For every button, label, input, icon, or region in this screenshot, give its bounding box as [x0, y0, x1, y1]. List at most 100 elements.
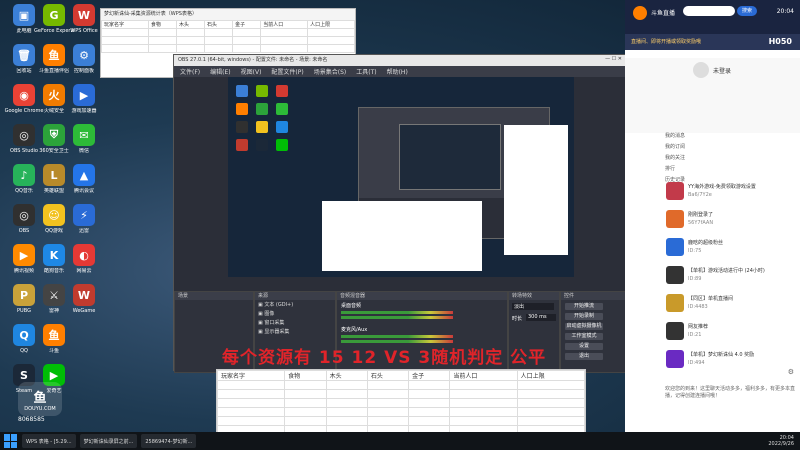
bottom-sheet[interactable]: 玩家名字 食物 木头 石头 金子 当前人口 人口上限 [216, 369, 586, 435]
menu-item[interactable]: 配置文件(P) [271, 67, 303, 76]
taskbar-date: 2022/9/26 [768, 441, 794, 447]
menu-item[interactable]: 视图(V) [241, 67, 262, 76]
column-header: 木头 [325, 370, 368, 381]
list-item[interactable]: 鹿晗的超级粉丝 ID:75 [662, 236, 800, 260]
source-item[interactable]: ▣ 显示器采集 [255, 327, 335, 336]
side-search-input[interactable] [683, 6, 735, 16]
menu-item[interactable]: 工具(T) [356, 67, 376, 76]
desktop-icon[interactable]: ▲ 腾讯会议 [64, 164, 104, 208]
desktop-icon[interactable]: ⚡ 迅雷 [64, 204, 104, 248]
taskbar-item[interactable]: 25869474-梦幻新... [141, 434, 197, 448]
desktop-icon-label: 控制面板 [73, 68, 94, 74]
wegame-icon: W [73, 284, 95, 306]
meeting-icon: ▲ [73, 164, 95, 186]
duration-input[interactable]: 300 ms [526, 314, 556, 321]
user-avatar[interactable] [693, 62, 709, 78]
menu-item[interactable]: 场景集合(S) [314, 67, 347, 76]
table-row[interactable] [216, 407, 586, 417]
control-button[interactable]: 开始推流 [565, 303, 603, 310]
mixer-header: 音频混音器 [337, 292, 507, 300]
desktop-icon[interactable]: W WPS Office [64, 4, 104, 48]
table-row[interactable] [216, 398, 586, 408]
mixer-track-1[interactable]: 桌面音频 [341, 302, 361, 309]
control-button[interactable]: 工作室模式 [565, 333, 603, 340]
window-controls[interactable]: — ☐ ✕ [605, 56, 622, 65]
avatar [666, 322, 684, 340]
chat-settings-icon[interactable]: ⚙ [788, 368, 794, 376]
avatar [666, 294, 684, 312]
obs-window[interactable]: OBS 27.0.1 (64-bit, windows) - 配置文件: 未命名… [173, 54, 627, 373]
table-row[interactable] [216, 416, 586, 426]
taskbar-item[interactable]: WPS 表格 - [5.29... [22, 434, 76, 448]
list-item-subtitle: ID:89 [688, 276, 702, 282]
control-button[interactable]: 退出 [565, 353, 603, 360]
table-row[interactable] [216, 380, 586, 390]
obs-title: OBS 27.0.1 (64-bit, windows) - 配置文件: 未命名… [178, 57, 328, 63]
side-nav-item[interactable]: 我的订阅 [665, 143, 685, 154]
taskbar-item[interactable]: 梦幻新诛仙录屏之前... [79, 434, 138, 448]
list-item-title: 网友推荐 [688, 324, 709, 330]
user-name: 未登录 [713, 68, 732, 75]
control-panel-icon: ⚙ [73, 44, 95, 66]
source-item[interactable]: ▣ 窗口采集 [255, 318, 335, 327]
side-nav-item[interactable]: 排行 [665, 165, 685, 176]
control-button[interactable]: 启动虚拟摄像机 [565, 323, 603, 330]
menu-item[interactable]: 帮助(H) [387, 67, 408, 76]
source-item[interactable]: ▣ 文本 (GDI+) [255, 300, 335, 309]
stream-overlay-text: 每个资源有 15 12 VS 3随机判定 公平 [222, 348, 547, 368]
list-item[interactable]: YY海外游戏-免费领取游戏设置 Ba6/7Y2e [662, 180, 800, 204]
list-item[interactable]: 【单机】游戏活动进行中 (24小时) ID:89 [662, 264, 800, 288]
kugou-icon: K [43, 244, 65, 266]
source-item[interactable]: ▣ 图像 [255, 309, 335, 318]
menu-item[interactable]: 文件(F) [180, 67, 200, 76]
desktop-icon[interactable]: ▶ 游戏加速器 [64, 84, 104, 128]
menu-item[interactable]: 编辑(E) [210, 67, 230, 76]
room-id-watermark: 8068585 [18, 416, 45, 423]
huorong-icon: 火 [43, 84, 65, 106]
wps-icon: W [73, 4, 95, 26]
obs-preview[interactable] [228, 77, 574, 277]
list-item[interactable]: 网友推荐 ID:21 [662, 320, 800, 344]
list-item-subtitle: ID:4483 [688, 304, 708, 310]
mixer-track-2[interactable]: 麦克风/Aux [341, 326, 367, 333]
column-header: 石头 [204, 20, 234, 29]
desktop-icon-label: 腾讯会议 [73, 188, 94, 194]
column-header: 人口上限 [307, 20, 355, 29]
desktop-icon[interactable]: ⚙ 控制面板 [64, 44, 104, 88]
nested-sheet [322, 201, 482, 271]
desktop-icon-label: 迅雷 [78, 228, 89, 234]
desktop-icon[interactable]: 鱼斗鱼 [34, 324, 74, 368]
douyu-side-panel[interactable]: 斗鱼直播 搜索 20:04 直播间、即将开播或领取奖励哦 H050 未登录 我的… [625, 0, 800, 432]
list-item[interactable]: 刚刚登录了 56Y7fAAN [662, 208, 800, 232]
side-notice: 直播间、即将开播或领取奖励哦 [631, 39, 702, 45]
side-chat-welcome: 欢迎您的到来！这里聊天活动多多，福利多多，有更多本直播，记得创建连播间哦！ [665, 386, 796, 399]
taskbar-clock: 20:04 2022/9/26 [768, 435, 800, 447]
control-button[interactable]: 设置 [565, 343, 603, 350]
column-header: 当前人口 [449, 370, 518, 381]
bottom-sheet-table: 玩家名字 食物 木头 石头 金子 当前人口 人口上限 [216, 370, 586, 435]
chrome-icon: ◉ [13, 84, 35, 106]
desktop-icon-label: 游戏加速器 [71, 108, 97, 114]
list-item[interactable]: 【单机】梦幻新诛仙 4.0 奖励 ID:494 [662, 348, 800, 372]
douyu-icon-2: 鱼 [43, 324, 65, 346]
obs-titlebar: OBS 27.0.1 (64-bit, windows) - 配置文件: 未命名… [174, 55, 626, 66]
controls-panel[interactable]: 控件 开始推流 开始录制 启动虚拟摄像机 工作室模式 设置 退出 [560, 291, 626, 373]
desktop-icon[interactable]: ◐ 网易云 [64, 244, 104, 288]
table-row[interactable] [216, 389, 586, 399]
desktop-icon-label: 斗鱼 [48, 348, 59, 354]
sources-list[interactable]: ▣ 文本 (GDI+) ▣ 图像 ▣ 窗口采集 ▣ 显示器采集 [255, 300, 335, 336]
side-search-button[interactable]: 搜索 [737, 6, 757, 16]
side-user-area: 未登录 [625, 58, 800, 133]
control-button[interactable]: 开始录制 [565, 313, 603, 320]
side-nav-item[interactable]: 我的关注 [665, 154, 685, 165]
side-nav-item[interactable]: 我的消息 [665, 132, 685, 143]
list-item[interactable]: 【同区】单机直播间 ID:4483 [662, 292, 800, 316]
column-header: 石头 [366, 370, 410, 381]
desktop-icon[interactable]: W WeGame [64, 284, 104, 328]
transition-select[interactable]: 淡出 [512, 303, 554, 310]
start-button[interactable] [4, 434, 18, 448]
obs-icon: ◎ [13, 124, 35, 146]
desktop-icon[interactable]: ✉ 微信 [64, 124, 104, 168]
column-header: 食物 [147, 20, 177, 29]
column-header: 人口上限 [516, 370, 586, 381]
